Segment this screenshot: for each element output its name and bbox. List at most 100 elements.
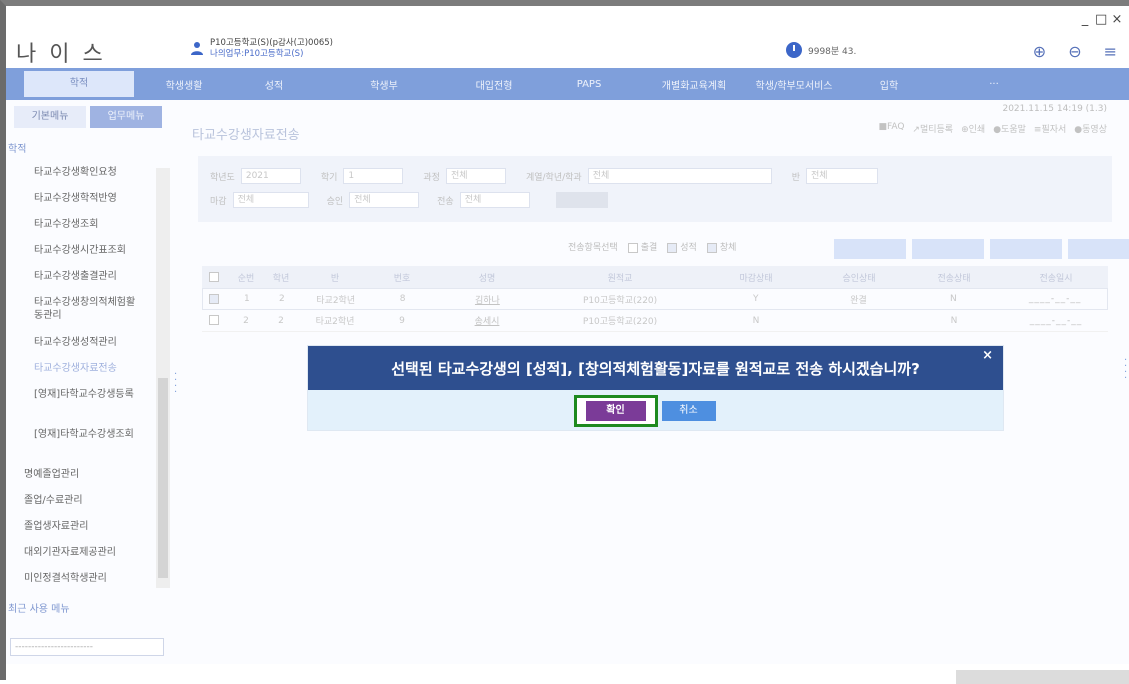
term-label: 학기 bbox=[320, 172, 338, 183]
header-select-all[interactable] bbox=[202, 271, 228, 283]
table-row[interactable]: 2 2 타교2학년 9 송세시 P10고등학교(220) N N ____-__… bbox=[202, 310, 1108, 332]
cell-name-link[interactable]: 김하나 bbox=[475, 296, 500, 306]
action-button-3[interactable] bbox=[990, 239, 1062, 259]
cell-school: P10고등학교(220) bbox=[582, 295, 658, 306]
recent-menu-select[interactable]: ------------------------ bbox=[10, 638, 164, 656]
approve-label: 승인 bbox=[326, 196, 344, 207]
faq-link[interactable]: ■FAQ bbox=[878, 122, 904, 135]
sidebar-item[interactable]: 미인정결석학생관리 bbox=[6, 566, 156, 592]
sidebar-scrollbar[interactable] bbox=[156, 168, 170, 588]
cell-name-link[interactable]: 송세시 bbox=[475, 317, 500, 327]
maximize-button[interactable]: □ bbox=[1095, 12, 1107, 27]
table-row[interactable]: 1 2 타교2학년 8 김하나 P10고등학교(220) Y 완결 N ____… bbox=[202, 288, 1108, 310]
minimize-button[interactable]: _ bbox=[1079, 12, 1091, 27]
action-button-4[interactable] bbox=[1068, 239, 1129, 259]
sidebar-item[interactable]: 타교수강생성적관리 bbox=[6, 330, 156, 356]
action-button-1[interactable] bbox=[834, 239, 906, 259]
sidebar-item[interactable]: 타교수강생조회 bbox=[6, 212, 156, 238]
student-table: 순번 학년 반 번호 성명 원적교 마감상태 승인상태 전송상태 전송일시 1 … bbox=[202, 266, 1108, 332]
course-label: 과정 bbox=[423, 172, 440, 183]
sidebar-item-active[interactable]: 타교수강생자료전송 bbox=[6, 356, 156, 382]
sidebar-item[interactable]: 졸업/수료관리 bbox=[6, 488, 156, 514]
panel-resize-grip[interactable]: · · · · bbox=[1124, 356, 1127, 384]
class-select[interactable]: 전체 bbox=[806, 168, 878, 184]
cell-grade: 2 bbox=[278, 294, 285, 304]
video-link[interactable]: ●동영상 bbox=[1074, 122, 1107, 135]
help-link[interactable]: ●도움말 bbox=[993, 122, 1026, 135]
checkbox-grades[interactable] bbox=[667, 242, 678, 253]
nav-item-admission[interactable]: 대입전형 bbox=[454, 77, 534, 92]
row-checkbox[interactable] bbox=[203, 293, 229, 305]
tab-basic-menu[interactable]: 기본메뉴 bbox=[14, 106, 86, 128]
search-filter-panel: 학년도 2021 학기 1 과정 전체 계열/학년/학과 전체 반 전체 마감 … bbox=[198, 156, 1112, 222]
nav-item-more[interactable]: ··· bbox=[934, 79, 1054, 90]
sidebar-item[interactable]: 타교수강생출결관리 bbox=[6, 264, 156, 290]
cell-num: 8 bbox=[399, 294, 406, 304]
cell-deadline: N bbox=[752, 315, 760, 326]
sidebar-item[interactable]: 대외기관자료제공관리 bbox=[6, 540, 156, 566]
manual-link[interactable]: ≡필자서 bbox=[1034, 122, 1066, 135]
send-select[interactable]: 전체 bbox=[459, 192, 530, 208]
opt-grades-label: 성적 bbox=[680, 243, 697, 253]
cancel-button[interactable]: 취소 bbox=[661, 401, 716, 421]
multi-register-link[interactable]: ↗멀티등록 bbox=[912, 122, 953, 135]
sidebar-item[interactable]: 타교수강생시간표조회 bbox=[6, 238, 156, 264]
opt-activities[interactable]: 창체 bbox=[706, 240, 736, 253]
nav-item-entrance[interactable]: 입학 bbox=[844, 77, 934, 92]
sidebar-item[interactable]: 명예졸업관리 bbox=[6, 462, 156, 488]
dept-select[interactable]: 전체 bbox=[587, 168, 772, 184]
sidebar-item[interactable]: 타교수강생확인요청 bbox=[6, 160, 156, 186]
opt-attendance-label: 출결 bbox=[640, 243, 658, 253]
tab-work-menu[interactable]: 업무메뉴 bbox=[90, 106, 162, 128]
sidebar-resize-grip[interactable]: · · · · bbox=[174, 370, 178, 402]
nav-item-hakjeok[interactable]: 학적 bbox=[24, 71, 134, 97]
ok-highlight-frame: 확인 bbox=[573, 395, 658, 427]
user-account: P10고등학교(S)(p감사(고)0065) bbox=[210, 38, 334, 48]
nav-item-record[interactable]: 학생부 bbox=[314, 77, 454, 92]
nav-item-grades[interactable]: 성적 bbox=[234, 77, 314, 92]
course-select[interactable]: 전체 bbox=[445, 168, 506, 184]
row-checkbox[interactable] bbox=[202, 315, 228, 326]
action-button-2[interactable] bbox=[912, 239, 984, 259]
recent-menu-title[interactable]: 최근 사용 메뉴 bbox=[8, 600, 70, 615]
sidebar-item[interactable]: 타교수강생학적반영 bbox=[6, 186, 156, 212]
opt-grades[interactable]: 성적 bbox=[667, 240, 697, 253]
nav-item-iep[interactable]: 개별화교육계획 bbox=[644, 77, 744, 92]
sidebar-item[interactable]: [영재]타학교수강생조회 bbox=[6, 422, 156, 462]
dept-label: 계열/학년/학과 bbox=[525, 172, 582, 183]
term-select[interactable]: 1 bbox=[343, 168, 404, 184]
dialog-header: 선택된 타교수강생의 [성적], [창의적체험활동]자료를 원적교로 전송 하시… bbox=[308, 346, 1003, 390]
sidebar-tabs: 기본메뉴 업무메뉴 bbox=[14, 106, 162, 128]
approve-select[interactable]: 전체 bbox=[349, 192, 420, 208]
nav-item-parent-service[interactable]: 학생/학부모서비스 bbox=[744, 77, 844, 92]
app-logo[interactable]: 나 이 스 bbox=[16, 36, 106, 68]
menu-icon[interactable]: ≡ bbox=[1104, 42, 1117, 61]
close-window-button[interactable]: × bbox=[1111, 12, 1123, 27]
scrollbar-thumb[interactable] bbox=[158, 378, 168, 578]
sidebar-item[interactable]: [영재]타학교수강생등록 bbox=[6, 382, 156, 422]
cell-date: ____-__-__ bbox=[1029, 315, 1083, 326]
sidebar-item[interactable]: 타교수강생창의적체험활동관리 bbox=[6, 290, 156, 330]
class-label: 반 bbox=[791, 172, 800, 183]
opt-attendance[interactable]: 출결 bbox=[627, 240, 658, 253]
deadline-select[interactable]: 전체 bbox=[232, 192, 309, 208]
send-options: 전송항목선택 출결 성적 창체 bbox=[568, 240, 736, 253]
window-controls: _ □ × bbox=[1079, 12, 1123, 27]
user-work-school[interactable]: 나의업무:P10고등학교(S) bbox=[210, 49, 333, 60]
sidebar-item[interactable]: 졸업생자료관리 bbox=[6, 514, 156, 540]
zoom-out-icon[interactable]: ⊖ bbox=[1068, 42, 1081, 61]
nav-item-student-life[interactable]: 학생생활 bbox=[134, 77, 234, 92]
confirm-button[interactable]: 확인 bbox=[585, 401, 646, 421]
sidebar-menu-list: 타교수강생확인요청 타교수강생학적반영 타교수강생조회 타교수강생시간표조회 타… bbox=[6, 160, 156, 592]
dialog-close-icon[interactable]: × bbox=[982, 348, 993, 363]
year-select[interactable]: 2021 bbox=[240, 168, 301, 184]
checkbox-activities[interactable] bbox=[706, 242, 717, 253]
nav-item-paps[interactable]: PAPS bbox=[534, 79, 644, 90]
col-header: 원적교 bbox=[607, 273, 633, 284]
checkbox-attendance[interactable] bbox=[627, 242, 638, 253]
print-link[interactable]: ⊕인쇄 bbox=[961, 122, 985, 135]
col-header: 반 bbox=[330, 273, 340, 284]
zoom-in-icon[interactable]: ⊕ bbox=[1033, 42, 1046, 61]
search-button[interactable] bbox=[555, 192, 608, 208]
col-header: 순번 bbox=[237, 273, 255, 284]
